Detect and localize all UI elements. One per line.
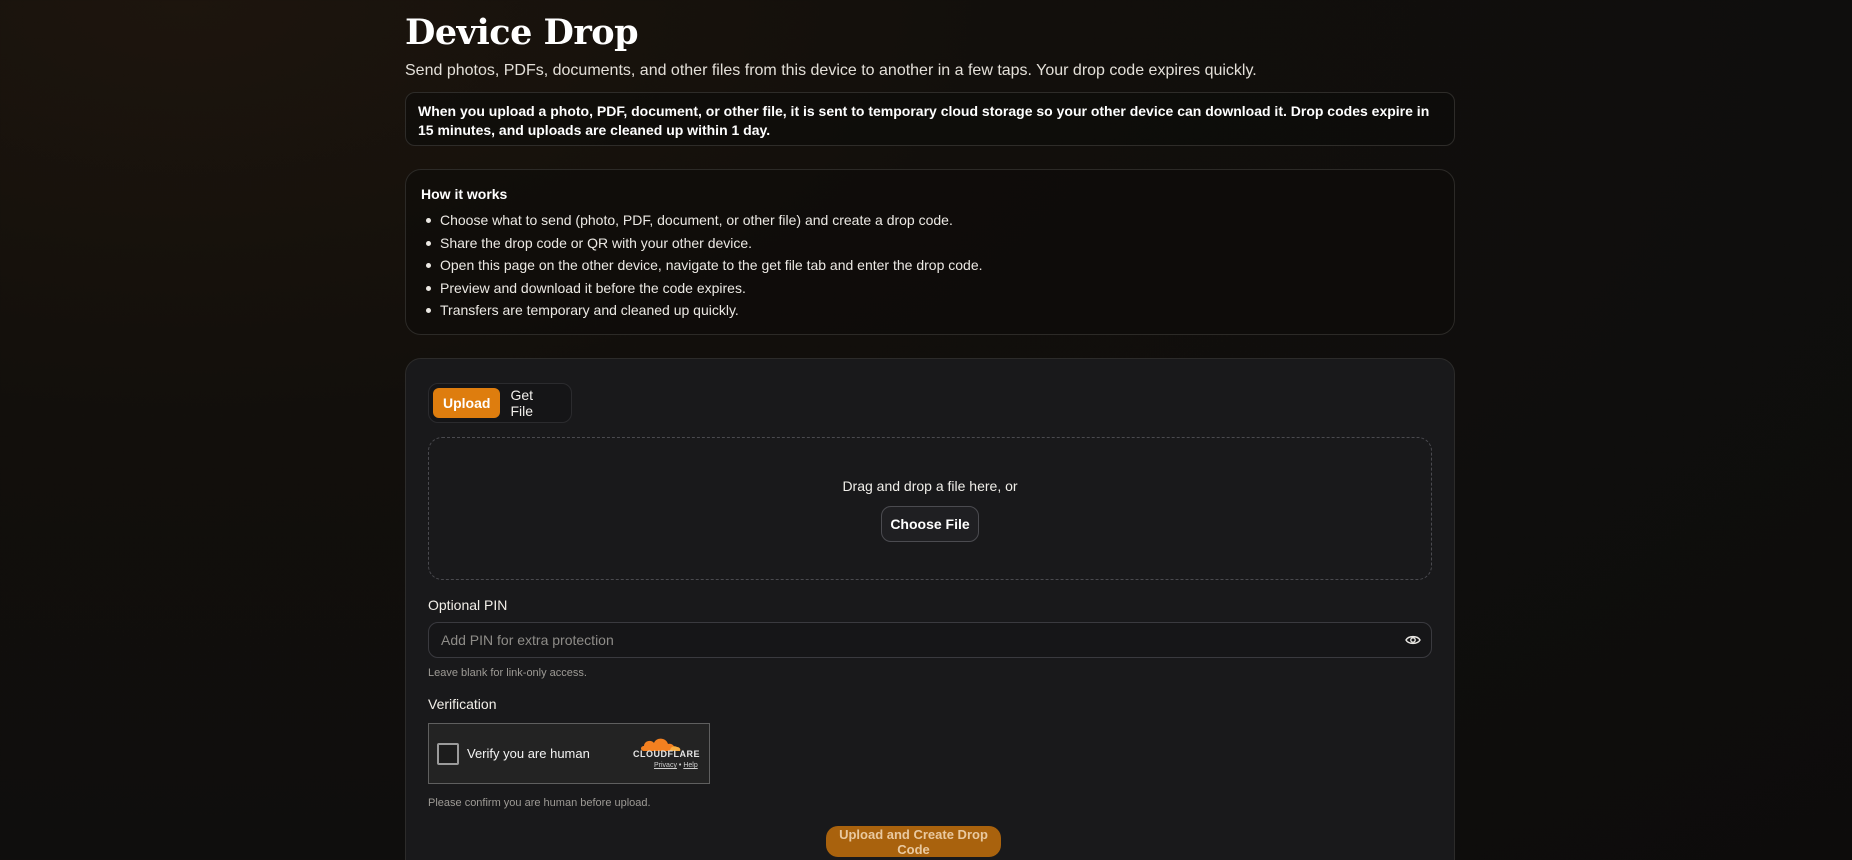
- dropzone-text: Drag and drop a file here, or: [842, 478, 1018, 494]
- choose-file-button[interactable]: Choose File: [881, 506, 979, 542]
- pin-field: [428, 622, 1432, 658]
- how-it-works-title: How it works: [421, 186, 508, 202]
- captcha-label: Verify you are human: [467, 746, 590, 761]
- pin-help-text: Leave blank for link-only access.: [428, 667, 587, 679]
- cloudflare-wordmark: CLOUDFLARE: [633, 749, 700, 759]
- captcha-links: Privacy • Help: [654, 762, 698, 769]
- captcha-checkbox[interactable]: [437, 743, 459, 765]
- how-it-works-panel: How it works Choose what to send (photo,…: [405, 169, 1455, 335]
- page-title: Device Drop: [405, 12, 639, 53]
- pin-input[interactable]: [429, 623, 1389, 657]
- tab-get-file[interactable]: Get File: [500, 387, 567, 419]
- verification-label: Verification: [428, 696, 497, 712]
- how-it-works-list: Choose what to send (photo, PDF, documen…: [421, 209, 1439, 322]
- list-item: Share the drop code or QR with your othe…: [421, 232, 1439, 255]
- verification-help-text: Please confirm you are human before uplo…: [428, 797, 651, 809]
- list-item: Transfers are temporary and cleaned up q…: [421, 299, 1439, 322]
- file-dropzone[interactable]: Drag and drop a file here, or Choose Fil…: [428, 437, 1432, 580]
- storage-notice: When you upload a photo, PDF, document, …: [405, 92, 1455, 146]
- list-item: Preview and download it before the code …: [421, 277, 1439, 300]
- eye-icon[interactable]: [1405, 633, 1421, 647]
- page-subtitle: Send photos, PDFs, documents, and other …: [405, 62, 1257, 79]
- privacy-link[interactable]: Privacy: [654, 762, 677, 769]
- list-item: Choose what to send (photo, PDF, documen…: [421, 209, 1439, 232]
- upload-create-code-button[interactable]: Upload and Create Drop Code: [826, 826, 1001, 857]
- mode-tabs: Upload Get File: [428, 383, 572, 423]
- list-item: Open this page on the other device, navi…: [421, 254, 1439, 277]
- help-link[interactable]: Help: [683, 762, 697, 769]
- captcha-widget: Verify you are human CLOUDFLARE Privacy …: [428, 723, 710, 784]
- pin-label: Optional PIN: [428, 597, 508, 613]
- tab-upload[interactable]: Upload: [433, 388, 501, 418]
- link-separator: •: [678, 762, 682, 769]
- transfer-card: Upload Get File Drag and drop a file her…: [405, 358, 1455, 860]
